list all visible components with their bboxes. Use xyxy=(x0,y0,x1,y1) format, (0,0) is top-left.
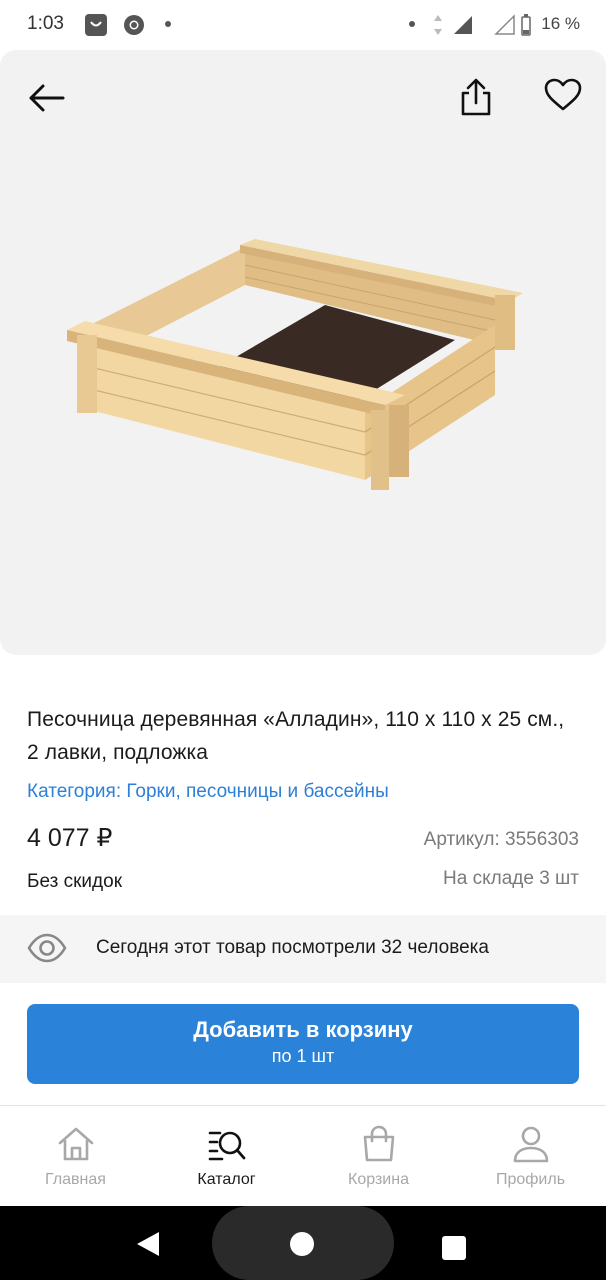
battery-icon xyxy=(521,14,531,36)
product-title: Песочница деревянная «Алладин», 110 х 11… xyxy=(27,708,565,764)
product-image-area[interactable] xyxy=(0,50,606,655)
tab-profile[interactable]: Профиль xyxy=(455,1106,606,1206)
catalog-search-icon xyxy=(208,1131,245,1161)
signal-icon xyxy=(454,16,472,34)
add-to-cart-quantity: по 1 шт xyxy=(271,1046,335,1066)
tab-cart-label: Корзина xyxy=(348,1171,409,1188)
status-time: 1:03 xyxy=(27,13,64,34)
dot-icon xyxy=(409,21,415,27)
product-screen: 1:03 16 % Песочница деревянная «Алладин»… xyxy=(0,0,606,1280)
favorite-button[interactable] xyxy=(540,72,586,118)
tab-home-label: Главная xyxy=(45,1171,106,1188)
back-button[interactable] xyxy=(24,76,68,120)
system-nav-bar xyxy=(0,1206,606,1280)
status-bar: 1:03 16 % xyxy=(0,0,606,50)
tab-home[interactable]: Главная xyxy=(0,1106,151,1206)
signal-outline-icon xyxy=(494,14,515,35)
home-icon xyxy=(58,1127,93,1161)
viewers-text: Сегодня этот товар посмотрели 32 человек… xyxy=(96,937,489,958)
sandbox-product-image xyxy=(67,239,523,490)
add-to-cart-button[interactable]: Добавить в корзину по 1 шт xyxy=(27,1004,579,1084)
bottom-tab-bar: Главная Каталог Корзина Профиль xyxy=(0,1105,606,1205)
product-sku: Артикул: 3556303 xyxy=(423,829,579,850)
share-button[interactable] xyxy=(453,74,499,120)
viewers-panel: Сегодня этот товар посмотрели 32 человек… xyxy=(0,915,606,983)
user-icon xyxy=(513,1126,548,1163)
chrome-icon xyxy=(124,15,144,35)
category-link[interactable]: Категория: Горки, песочницы и бассейны xyxy=(27,781,389,803)
eye-icon xyxy=(27,933,67,963)
nav-recent-apps-icon[interactable] xyxy=(442,1236,466,1260)
add-to-cart-label: Добавить в корзину xyxy=(193,1017,413,1042)
nav-back-icon[interactable] xyxy=(134,1230,162,1258)
battery-level: 16 % xyxy=(541,14,580,33)
share-icon xyxy=(461,78,491,116)
tab-catalog-label: Каталог xyxy=(197,1171,256,1188)
tab-cart[interactable]: Корзина xyxy=(303,1106,454,1206)
nav-home-icon[interactable] xyxy=(290,1232,314,1256)
arrow-left-icon xyxy=(29,84,65,112)
product-price: 4 077 ₽ xyxy=(27,824,113,852)
data-arrows-icon xyxy=(434,15,442,35)
dot-icon xyxy=(165,21,171,27)
discount-info: Без скидок xyxy=(27,871,122,892)
bag-icon xyxy=(363,1125,394,1162)
tab-profile-label: Профиль xyxy=(495,1171,566,1188)
heart-icon xyxy=(544,78,582,111)
stock-info: На складе 3 шт xyxy=(443,868,579,889)
tab-catalog[interactable]: Каталог xyxy=(151,1106,302,1206)
notification-app-icon xyxy=(85,14,107,36)
